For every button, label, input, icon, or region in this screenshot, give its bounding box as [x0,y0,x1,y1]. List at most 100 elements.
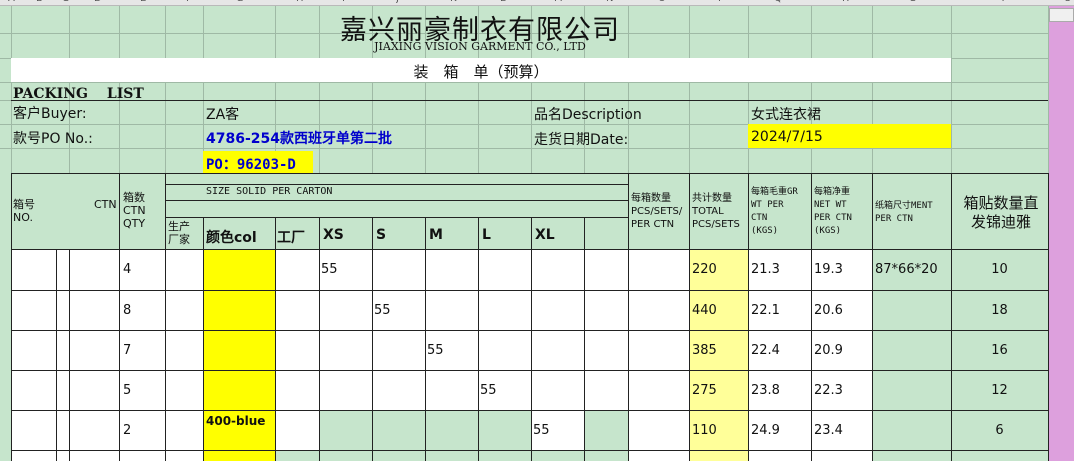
column-border [811,173,812,461]
label-qty-cell: 18 [991,303,1008,318]
column-letter-p: P [718,0,724,4]
size-qty-cell: 55 [427,343,444,358]
total-cell: 385 [692,343,717,358]
column-letter-d: D [94,0,102,4]
pcs-per-ctn-header: 每箱数量 PCS/SETS/ PER CTN [631,193,683,230]
row-border [11,370,1048,371]
column-letter-l: L [500,0,506,4]
column-letter-s: S [910,0,916,4]
header-bottom-border [11,249,1048,250]
ctn-qty-header: 箱数 CTN QTY [123,191,146,230]
net-weight-cell: 20.9 [814,343,843,358]
column-border [11,173,12,461]
column-border [748,173,749,461]
po-value: PO：96203-D [206,157,296,173]
column-border [119,173,120,461]
document-title: 装 箱 单（预算） [413,63,549,81]
column-border [478,217,479,461]
size-qty-cell: 55 [480,383,497,398]
header-line-1 [165,184,628,185]
column-letter-e: E [140,0,146,4]
total-cell: 110 [692,423,717,438]
net-weight-cell: 23.4 [814,423,843,438]
label-qty-cell: 16 [991,343,1008,358]
gross-weight-header: 每箱毛重GR WT PER CTN (KGS) [751,187,798,236]
gross-weight-cell: 21.3 [751,262,780,277]
row-border [11,410,1048,411]
column-border [165,173,166,461]
label-qty-cell: 6 [995,423,1004,438]
column-border [1048,173,1049,461]
column-border [628,173,629,461]
column-letter-a: A [8,0,15,4]
scroll-thumb[interactable] [1049,8,1074,22]
column-letter-t: T [1000,0,1006,4]
row-border [11,330,1048,331]
customer-value: ZA客 [206,107,240,123]
size-qty-cell: 55 [533,423,550,438]
column-letter-r: R [842,0,849,4]
column-letter-o: O [658,0,666,4]
product-label: 品名Description [534,107,642,123]
column-border [584,217,585,461]
column-letter-f: F [186,0,192,4]
gross-weight-cell: 24.9 [751,423,780,438]
gridline-h [0,82,1049,83]
gross-weight-cell: 22.1 [751,303,780,318]
customer-label: 客户Buyer: [13,106,87,122]
column-letter-k: K [450,0,457,4]
color-value: 400-blue [206,414,266,428]
column-letter-n: N [606,0,613,4]
measurement-header: 纸箱尺寸MENT PER CTN [875,201,933,224]
right-side-column [1049,6,1074,461]
date-label: 走货日期Date: [534,132,629,148]
label-qty-cell: 10 [991,262,1008,277]
color-column-fill [203,249,275,461]
style-label: 款号PO No.: [13,131,93,147]
net-weight-cell: 20.6 [814,303,843,318]
size-qty-cell: 55 [374,303,391,318]
column-border [425,217,426,461]
total-header: 共计数量 TOTAL PCS/SETS [692,193,740,230]
column-letter-h: H [296,0,304,4]
net-weight-cell: 22.3 [814,383,843,398]
label-qty-header: 箱贴数量直 发锦迪雅 [963,194,1039,231]
gross-weight-cell: 23.8 [751,383,780,398]
column-letter-g: G [236,0,244,4]
carton-no-header: 箱号 NO. [13,198,35,224]
company-name-en: JIAXING VISION GARMENT CO., LTD [374,40,586,53]
style-value: 4786-254款西班牙单第二批 [206,131,392,147]
column-border [319,217,320,461]
column-border [372,217,373,461]
column-border [203,217,204,461]
net-weight-header: 每箱净重 NET WT PER CTN (KGS) [814,187,852,236]
column-letter-j: J [396,0,399,4]
row-border [11,290,1048,291]
column-border [689,173,690,461]
measurement-cell: 87*66*20 [875,262,938,277]
total-cell: 220 [692,262,717,277]
column-letter-u: U [1064,0,1071,4]
size-header-l: L [482,227,491,243]
column-letter-m: M [554,0,563,4]
column-letter-q: Q [774,0,782,4]
plant-header: 工厂 [277,230,305,246]
row5-green-fill-b [584,410,628,450]
date-value: 2024/7/15 [751,129,823,145]
column-border [531,217,532,461]
ctn-qty-cell: 2 [123,423,132,438]
size-header-s: S [376,227,387,243]
ctn-qty-cell: 5 [123,383,132,398]
size-header-xs: XS [323,227,344,243]
ctn-header: CTN [94,198,117,211]
carton-no-sub-border [69,249,70,461]
size-solid-header: SIZE SOLID PER CARTON [206,186,333,197]
factory-header: 生产 厂家 [168,220,190,246]
header-line-3 [165,217,628,218]
header-line-2 [165,200,628,201]
net-weight-cell: 19.3 [814,262,843,277]
size-header-xl: XL [535,227,555,243]
column-letter-b: B [36,0,43,4]
total-cell: 275 [692,383,717,398]
row-border [11,450,1048,451]
